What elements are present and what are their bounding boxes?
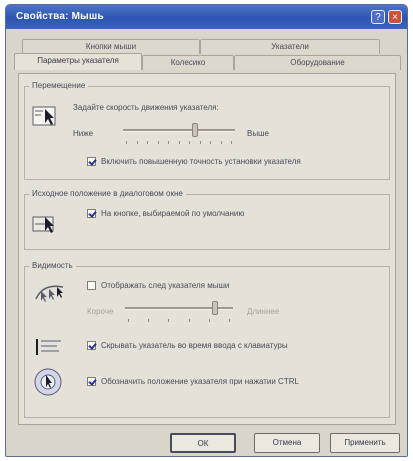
hide-while-typing-label: Скрывать указатель во время ввода с клав… (101, 341, 288, 350)
slider-thumb[interactable] (192, 123, 198, 137)
slider-tick (200, 141, 201, 144)
snap-to-group: Исходное положение в диалоговом окне На … (24, 189, 390, 250)
apply-button[interactable]: Применить (330, 433, 400, 453)
tab-hardware[interactable]: Оборудование (234, 55, 401, 70)
hide-while-typing-checkbox[interactable] (87, 341, 96, 350)
snap-to-default-checkbox[interactable] (87, 209, 96, 218)
hide-pointer-icon (36, 339, 61, 355)
pointer-speed-icon (32, 106, 56, 126)
snap-to-default-label: На кнопке, выбираемой по умолчанию (101, 209, 245, 218)
slider-thumb[interactable] (212, 301, 218, 315)
ok-button-label: ОК (197, 439, 209, 448)
snap-to-group-title: Исходное положение в диалоговом окне (29, 189, 186, 198)
speed-high-label: Выше (247, 129, 269, 138)
show-location-ctrl-checkbox[interactable] (87, 377, 96, 386)
slider-tick (231, 141, 232, 144)
slider-tick (221, 141, 222, 144)
pointer-speed-slider[interactable] (123, 121, 235, 147)
slider-tick (147, 141, 148, 144)
snap-to-icon (32, 216, 54, 233)
speed-low-label: Ниже (73, 129, 94, 138)
tab-label: Параметры указателя (37, 56, 119, 65)
show-location-icon (34, 368, 62, 396)
enhance-precision-checkbox[interactable] (87, 157, 96, 166)
help-icon: ? (375, 12, 381, 23)
cancel-button[interactable]: Отмена (254, 433, 320, 453)
pointer-trails-icon (35, 285, 64, 302)
tab-wheel[interactable]: Колесико (142, 55, 234, 70)
slider-tick (210, 141, 211, 144)
ok-button[interactable]: ОК (170, 433, 236, 453)
motion-group: Перемещение Задайте скорость движения ук… (24, 81, 390, 180)
tab-row-lower: Параметры указателя Колесико Оборудовани… (14, 53, 401, 70)
slider-track (123, 129, 235, 132)
slider-tick (126, 141, 127, 144)
tab-label: Кнопки мыши (85, 42, 137, 51)
tab-pointer-options[interactable]: Параметры указателя (14, 53, 142, 70)
tab-row-upper: Кнопки мыши Указатели (14, 39, 399, 54)
apply-button-label: Применить (344, 438, 386, 447)
pointer-trails-checkbox[interactable] (87, 281, 96, 290)
slider-tick (148, 319, 149, 322)
cancel-button-label: Отмена (272, 438, 302, 447)
slider-tick (137, 141, 138, 144)
slider-tick (128, 319, 129, 322)
motion-group-title: Перемещение (29, 81, 89, 90)
slider-tick (189, 141, 190, 144)
tab-label: Колесико (170, 58, 206, 67)
help-button[interactable]: ? (371, 10, 385, 24)
slider-tick (209, 319, 210, 322)
slider-tick (168, 319, 169, 322)
tab-label: Указатели (271, 42, 309, 51)
trails-short-label: Короче (87, 307, 114, 316)
pointer-trails-label: Отображать след указателя мыши (101, 281, 230, 290)
title-bar[interactable]: Свойства: Мышь ? × (6, 5, 407, 29)
show-location-ctrl-label: Обозначить положение указателя при нажат… (101, 377, 299, 386)
slider-tick (189, 319, 190, 322)
tab-label: Оборудование (290, 58, 345, 67)
slider-tick (229, 319, 230, 322)
tab-pointers[interactable]: Указатели (200, 39, 380, 54)
slider-tick (179, 141, 180, 144)
close-button[interactable]: × (388, 10, 402, 24)
slider-tick (168, 141, 169, 144)
visibility-group-title: Видимость (29, 261, 76, 270)
speed-prompt: Задайте скорость движения указателя: (73, 103, 219, 112)
trail-length-slider[interactable] (125, 299, 233, 325)
slider-ticks (128, 319, 230, 322)
trails-long-label: Длиннее (247, 307, 280, 316)
slider-ticks (126, 141, 232, 144)
visibility-group: Видимость Отображать след указателя мыши… (24, 261, 390, 418)
slider-tick (158, 141, 159, 144)
window-title: Свойства: Мышь (16, 11, 104, 22)
tab-mouse-buttons[interactable]: Кнопки мыши (22, 39, 200, 54)
enhance-precision-label: Включить повышенную точность установки у… (101, 157, 301, 166)
tab-panel: Перемещение Задайте скорость движения ук… (18, 73, 396, 425)
close-icon: × (392, 12, 398, 23)
mouse-properties-dialog: Свойства: Мышь ? × Кнопки мыши Указатели… (5, 4, 408, 457)
